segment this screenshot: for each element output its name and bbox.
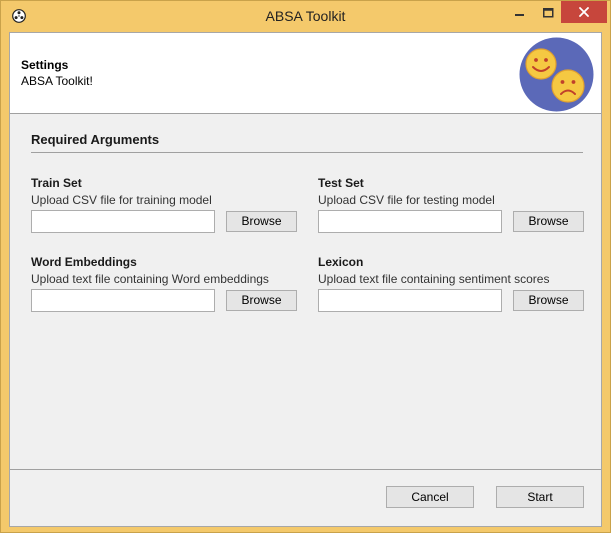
start-button[interactable]: Start [496,486,584,508]
footer-divider [10,469,601,470]
test-set-browse-button[interactable]: Browse [513,211,584,232]
close-icon [579,7,589,17]
lexicon-input[interactable] [318,289,502,312]
lexicon-label: Lexicon [318,255,364,269]
title-bar[interactable]: ABSA Toolkit [1,1,610,32]
minimize-icon [515,14,524,16]
minimize-button[interactable] [505,1,535,25]
train-set-label: Train Set [31,176,82,190]
train-set-browse-button[interactable]: Browse [226,211,297,232]
lexicon-description: Upload text file containing sentiment sc… [318,272,550,286]
header-banner: Settings ABSA Toolkit! [10,33,601,114]
test-set-label: Test Set [318,176,364,190]
cancel-button[interactable]: Cancel [386,486,474,508]
maximize-icon [542,8,553,18]
maximize-button[interactable] [535,1,561,25]
section-divider [31,152,583,153]
app-window: ABSA Toolkit Settings ABSA Toolkit! Requ… [0,0,611,533]
page-title: Settings [21,58,69,72]
train-set-input[interactable] [31,210,215,233]
lexicon-browse-button[interactable]: Browse [513,290,584,311]
dialog-content: Settings ABSA Toolkit! Required Argument… [9,32,602,527]
close-button[interactable] [561,1,607,23]
test-set-description: Upload CSV file for testing model [318,193,495,207]
happy-sad-faces-logo [519,37,594,112]
happy-face-icon [525,48,557,80]
train-set-description: Upload CSV file for training model [31,193,212,207]
word-embeddings-description: Upload text file containing Word embeddi… [31,272,269,286]
test-set-input[interactable] [318,210,502,233]
word-embeddings-input[interactable] [31,289,215,312]
page-subtitle: ABSA Toolkit! [21,74,93,88]
section-title: Required Arguments [31,132,160,147]
word-embeddings-label: Word Embeddings [31,255,137,269]
word-embeddings-browse-button[interactable]: Browse [226,290,297,311]
sad-face-icon [551,69,585,103]
